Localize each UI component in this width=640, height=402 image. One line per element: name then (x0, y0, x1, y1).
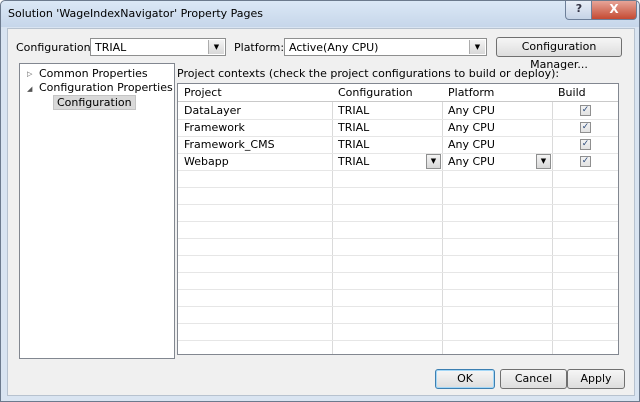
apply-button[interactable]: Apply (567, 369, 625, 389)
configuration-cell[interactable]: TRIAL (332, 102, 442, 119)
row-divider (178, 323, 618, 324)
row-divider (178, 289, 618, 290)
build-checkbox[interactable]: ✓ (580, 156, 591, 167)
column-divider (552, 84, 553, 354)
title-bar[interactable]: Solution 'WageIndexNavigator' Property P… (1, 1, 639, 27)
row-divider (178, 306, 618, 307)
grid-header: Project Configuration Platform Build (178, 84, 618, 102)
configuration-cell[interactable]: TRIAL (332, 136, 442, 153)
property-pages-dialog: Solution 'WageIndexNavigator' Property P… (0, 0, 640, 402)
close-button[interactable]: X (591, 1, 637, 20)
expand-arrow-icon[interactable]: ▷ (27, 70, 32, 78)
collapse-arrow-icon[interactable]: ◢ (27, 85, 32, 93)
row-divider (178, 238, 618, 239)
platform-select-value: Active(Any CPU) (289, 41, 379, 54)
build-checkbox[interactable]: ✓ (580, 122, 591, 133)
row-divider (178, 272, 618, 273)
configuration-select[interactable]: TRIAL ▼ (90, 38, 226, 56)
close-icon: X (609, 2, 619, 16)
project-cell: Framework_CMS (184, 138, 275, 151)
configuration-select-value: TRIAL (95, 41, 127, 54)
tree-item-configuration-properties[interactable]: Configuration Properties (39, 81, 173, 94)
property-tree: ▷ Common Properties ◢ Configuration Prop… (19, 63, 175, 359)
row-divider (178, 221, 618, 222)
row-divider (178, 255, 618, 256)
project-cell: Framework (184, 121, 245, 134)
build-checkbox[interactable]: ✓ (580, 139, 591, 150)
chevron-down-icon[interactable]: ▼ (536, 154, 551, 169)
dialog-body: Configuration: TRIAL ▼ Platform: Active(… (7, 28, 635, 396)
cancel-button[interactable]: Cancel (500, 369, 567, 389)
platform-cell[interactable]: Any CPU (442, 119, 552, 136)
tree-item-configuration[interactable]: Configuration (53, 95, 136, 110)
row-divider (178, 204, 618, 205)
row-divider (178, 170, 618, 171)
column-header-platform[interactable]: Platform (442, 84, 552, 101)
row-divider (178, 340, 618, 341)
platform-cell[interactable]: Any CPU (442, 136, 552, 153)
column-header-build[interactable]: Build (552, 84, 618, 101)
configuration-label: Configuration: (16, 41, 95, 54)
window-title: Solution 'WageIndexNavigator' Property P… (8, 7, 264, 20)
chevron-down-icon[interactable]: ▼ (426, 154, 441, 169)
tree-item-common-properties[interactable]: Common Properties (39, 67, 148, 80)
build-checkbox[interactable]: ✓ (580, 105, 591, 116)
configuration-cell[interactable]: TRIAL (332, 119, 442, 136)
help-icon: ? (575, 2, 583, 15)
grid-caption: Project contexts (check the project conf… (177, 67, 560, 80)
chevron-down-icon: ▼ (469, 40, 485, 54)
project-cell: DataLayer (184, 104, 241, 117)
configuration-manager-button[interactable]: Configuration Manager... (496, 37, 622, 71)
project-contexts-grid: Project Configuration Platform Build Dat (177, 83, 619, 355)
chevron-down-icon: ▼ (208, 40, 224, 54)
platform-label: Platform: (234, 41, 285, 54)
column-header-project[interactable]: Project (178, 84, 332, 101)
platform-select[interactable]: Active(Any CPU) ▼ (284, 38, 487, 56)
platform-cell[interactable]: Any CPU (442, 102, 552, 119)
row-divider (178, 187, 618, 188)
column-header-configuration[interactable]: Configuration (332, 84, 442, 101)
ok-button[interactable]: OK (435, 369, 495, 389)
project-cell: Webapp (184, 155, 229, 168)
help-button[interactable]: ? (565, 1, 593, 20)
